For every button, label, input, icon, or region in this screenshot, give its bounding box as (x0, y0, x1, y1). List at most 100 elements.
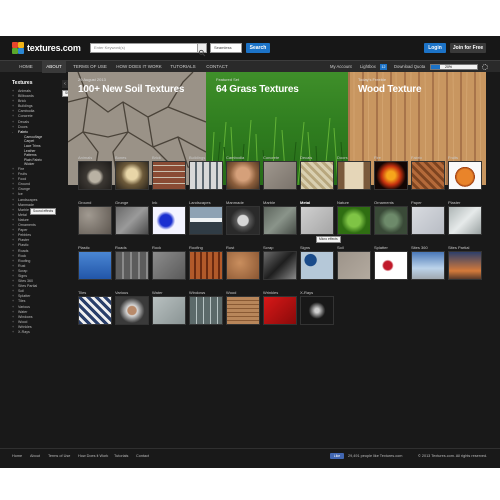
category-tile-ornaments[interactable]: Ornaments (374, 200, 408, 235)
search-icon[interactable] (197, 43, 207, 57)
like-count: 29,491 people like Textures.com (348, 454, 403, 458)
category-thumbnail[interactable] (411, 251, 445, 280)
category-thumbnail[interactable] (115, 206, 149, 235)
footer-link-home[interactable]: Home (12, 453, 22, 459)
sidebar-item[interactable]: X-Rays (12, 330, 62, 335)
join-button[interactable]: Join for Free (450, 43, 486, 53)
category-tile-sites-partial[interactable]: Sites Partial (448, 245, 482, 280)
category-thumbnail[interactable] (189, 296, 223, 325)
category-tile-ground[interactable]: Ground (78, 200, 112, 235)
search-type-select[interactable]: Seamless (210, 43, 242, 53)
category-tile-bones[interactable]: Bones (115, 155, 149, 190)
category-thumbnail[interactable] (115, 161, 149, 190)
category-thumbnail[interactable] (263, 251, 297, 280)
category-thumbnail[interactable] (78, 161, 112, 190)
category-thumbnail[interactable] (226, 161, 260, 190)
category-thumbnail[interactable] (152, 206, 186, 235)
search-button[interactable]: Search (246, 43, 270, 53)
category-tile-nature[interactable]: Nature (337, 200, 371, 235)
category-thumbnail[interactable] (152, 161, 186, 190)
category-thumbnail[interactable] (78, 296, 112, 325)
category-thumbnail[interactable] (152, 251, 186, 280)
category-thumbnail[interactable] (337, 206, 371, 235)
category-thumbnail[interactable] (448, 206, 482, 235)
category-thumbnail[interactable] (115, 296, 149, 325)
category-tile-grunge[interactable]: Grunge (115, 200, 149, 235)
category-thumbnail[interactable] (263, 161, 297, 190)
category-tile-manmade[interactable]: Manmade (226, 200, 260, 235)
category-thumbnail[interactable] (300, 206, 334, 235)
category-tile-ink[interactable]: Ink (152, 200, 186, 235)
category-thumbnail[interactable] (337, 251, 371, 280)
category-thumbnail[interactable] (189, 161, 223, 190)
category-thumbnail[interactable] (411, 161, 445, 190)
category-tile-various[interactable]: Various (115, 290, 149, 325)
login-button[interactable]: Login (424, 43, 446, 53)
footer-link-how[interactable]: How Does it Work (78, 453, 108, 459)
category-tile-soil[interactable]: Soil (337, 245, 371, 280)
nav-home[interactable]: HOME (12, 61, 40, 73)
category-tile-doors[interactable]: Doors (337, 155, 371, 190)
category-tile-x-rays[interactable]: X-Rays (300, 290, 334, 325)
category-tile-paper[interactable]: Paper (411, 200, 445, 235)
category-thumbnail[interactable] (448, 161, 482, 190)
category-tile-decals[interactable]: Decals (300, 155, 334, 190)
category-tile-sites-360[interactable]: Sites 360 (411, 245, 445, 280)
category-thumbnail[interactable] (78, 251, 112, 280)
category-thumbnail[interactable] (374, 161, 408, 190)
category-thumbnail[interactable] (263, 296, 297, 325)
category-tile-rock[interactable]: Rock (152, 245, 186, 280)
category-tile-metal[interactable]: Metal (300, 200, 334, 235)
gear-icon[interactable] (482, 64, 488, 70)
category-tile-roads[interactable]: Roads (115, 245, 149, 280)
category-tile-windows[interactable]: Windows (189, 290, 223, 325)
category-thumbnail[interactable] (226, 206, 260, 235)
footer-link-contact[interactable]: Contact (136, 453, 149, 459)
category-tile-roofing[interactable]: Roofing (189, 245, 223, 280)
category-tile-marble[interactable]: Marble (263, 200, 297, 235)
category-thumbnail[interactable] (78, 206, 112, 235)
category-tile-landscapes[interactable]: Landscapes (189, 200, 223, 235)
category-thumbnail[interactable] (115, 251, 149, 280)
category-tile-fire[interactable]: Fire (374, 155, 408, 190)
footer-link-tutorials[interactable]: Tutorials (114, 453, 128, 459)
category-tile-fabric[interactable]: Fabric (411, 155, 445, 190)
site-logo[interactable]: textures.com (12, 41, 81, 55)
category-thumbnail[interactable] (152, 296, 186, 325)
category-tile-wrinkles[interactable]: Wrinkles (263, 290, 297, 325)
category-tile-splatter[interactable]: Splatter (374, 245, 408, 280)
category-tile-buildings[interactable]: Buildings (189, 155, 223, 190)
category-thumbnail[interactable] (226, 296, 260, 325)
category-thumbnail[interactable] (300, 251, 334, 280)
category-tile-brick[interactable]: Brick (152, 155, 186, 190)
footer-link-about[interactable]: About (30, 453, 40, 459)
category-thumbnail[interactable] (337, 161, 371, 190)
category-tile-plastic[interactable]: Plastic (78, 245, 112, 280)
category-tile-cambodia[interactable]: Cambodia (226, 155, 260, 190)
category-thumbnail[interactable] (226, 251, 260, 280)
category-thumbnail[interactable] (189, 251, 223, 280)
search-input[interactable]: Enter Keyword(s) (90, 43, 206, 53)
category-tile-plaster[interactable]: Plaster (448, 200, 482, 235)
category-tile-wood[interactable]: Wood (226, 290, 260, 325)
facebook-like-button[interactable]: Like (330, 453, 344, 459)
category-tile-concrete[interactable]: Concrete (263, 155, 297, 190)
category-tile-water[interactable]: Water (152, 290, 186, 325)
nav-about[interactable]: ABOUT (42, 61, 66, 73)
category-tile-animals[interactable]: Animals (78, 155, 112, 190)
category-thumbnail[interactable] (300, 161, 334, 190)
category-thumbnail[interactable] (263, 206, 297, 235)
sidebar-item-open[interactable]: Fabric (12, 130, 62, 135)
category-tile-rust[interactable]: Rust (226, 245, 260, 280)
category-thumbnail[interactable] (300, 296, 334, 325)
category-tile-scrap[interactable]: Scrap (263, 245, 297, 280)
category-thumbnail[interactable] (411, 206, 445, 235)
category-tile-tiles[interactable]: Tiles (78, 290, 112, 325)
category-thumbnail[interactable] (374, 251, 408, 280)
category-thumbnail[interactable] (448, 251, 482, 280)
category-tile-signs[interactable]: Signs (300, 245, 334, 280)
footer-link-terms[interactable]: Terms of Use (48, 453, 70, 459)
category-tile-fruits[interactable]: Fruits (448, 155, 482, 190)
category-thumbnail[interactable] (374, 206, 408, 235)
category-thumbnail[interactable] (189, 206, 223, 235)
